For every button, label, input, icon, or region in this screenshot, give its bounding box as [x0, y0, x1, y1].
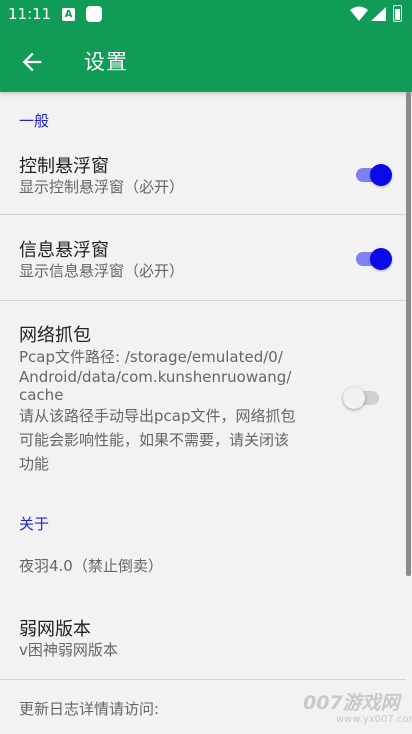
divider — [0, 300, 406, 301]
packet-capture-toggle[interactable] — [343, 386, 383, 410]
pref-capture-summary-line: 功能 — [19, 455, 50, 473]
info-float-toggle[interactable] — [352, 247, 392, 271]
settings-list: 一般 控制悬浮窗 显示控制悬浮窗（必开） 信息悬浮窗 显示信息悬浮窗（必开） 网… — [0, 92, 412, 734]
section-header-general: 一般 — [19, 112, 50, 130]
status-bar: 11:11 A — [0, 0, 412, 30]
pref-weak-net-title: 弱网版本 — [19, 619, 91, 640]
watermark-url: www.yx007.com — [336, 714, 412, 725]
battery-icon — [393, 5, 402, 22]
pref-changelog-summary: 更新日志详情请访问: — [19, 700, 160, 718]
pref-capture-summary-line: 可能会影响性能，如果不需要，请关闭该 — [19, 431, 290, 449]
notification-square-icon — [86, 6, 102, 22]
control-float-toggle[interactable] — [352, 163, 392, 187]
divider — [0, 214, 406, 215]
app-bar: 设置 — [0, 30, 412, 92]
pref-capture-summary-line: Pcap文件路径: /storage/emulated/0/ — [19, 348, 283, 366]
page-title: 设置 — [84, 50, 128, 74]
signal-icon — [371, 7, 386, 21]
wifi-icon — [350, 6, 368, 21]
status-time: 11:11 — [8, 5, 52, 23]
section-header-about: 关于 — [19, 515, 50, 533]
pref-capture-summary-line: cache — [19, 386, 64, 404]
arrow-left-icon[interactable] — [18, 48, 46, 76]
notification-a-icon: A — [62, 8, 75, 21]
divider — [0, 679, 406, 680]
pref-info-float-title: 信息悬浮窗 — [19, 240, 109, 261]
pref-capture-summary-line: 请从该路径手动导出pcap文件，网络抓包 — [19, 407, 296, 425]
pref-control-float-summary: 显示控制悬浮窗（必开） — [19, 178, 185, 196]
pref-version-author-summary: 夜羽4.0（禁止倒卖） — [19, 557, 163, 575]
pref-info-float-summary: 显示信息悬浮窗（必开） — [19, 262, 185, 280]
pref-weak-net-summary: v困神弱网版本 — [19, 641, 118, 659]
pref-control-float-title: 控制悬浮窗 — [19, 156, 109, 177]
watermark-logo: 007游戏网 — [303, 692, 400, 714]
pref-capture-title: 网络抓包 — [19, 325, 91, 346]
